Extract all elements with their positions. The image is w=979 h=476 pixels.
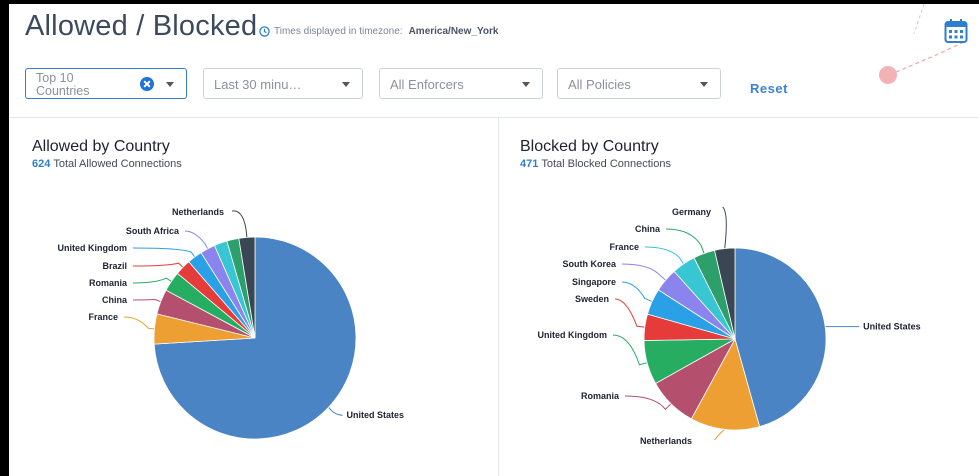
allowed-total-label: Total Allowed Connections — [53, 158, 182, 170]
leader-netherlands — [714, 429, 726, 441]
allowed-chart-title: Allowed by Country — [32, 138, 170, 155]
timezone-prefix: Times displayed in timezone: — [274, 26, 403, 37]
label-united-kingdom: United Kingdom — [58, 243, 128, 253]
country-filter-select[interactable]: Top 10 Countries — [25, 68, 187, 99]
label-china: China — [635, 224, 661, 234]
timezone-value: America/New_York — [408, 26, 499, 37]
blocked-chart-panel: United States Netherlands Romania United Ki… — [498, 117, 979, 476]
allowed-chart-subtitle: 624 Total Allowed Connections — [32, 158, 182, 170]
label-france: France — [88, 312, 118, 322]
leader-france — [644, 246, 685, 265]
timezone-note: Times displayed in timezone: America/New… — [259, 26, 498, 37]
blocked-total-count: 471 — [520, 158, 539, 170]
chevron-down-icon — [700, 82, 708, 87]
leader-romania — [624, 395, 672, 411]
filter-bar: Top 10 Countries Last 30 minu… All Enfor… — [9, 64, 979, 104]
label-south-korea: South Korea — [562, 259, 616, 269]
label-south-africa: South Africa — [126, 226, 180, 236]
app-frame: Allowed / Blocked Times displayed in tim… — [9, 4, 979, 476]
allowed-chart-panel: United States France China Romania Brazil Uni… — [9, 117, 498, 476]
calendar-icon[interactable] — [944, 18, 968, 44]
enforcers-select[interactable]: All Enforcers — [379, 68, 543, 99]
leader-brazil — [132, 262, 184, 268]
blocked-pie-chart: United States Netherlands Romania United Ki… — [538, 206, 921, 446]
label-singapore: Singapore — [572, 277, 616, 287]
chevron-down-icon[interactable] — [166, 82, 174, 87]
leader-united-kingdom — [132, 247, 196, 258]
label-brazil: Brazil — [102, 261, 127, 271]
label-netherlands: Netherlands — [640, 436, 692, 446]
reset-button[interactable]: Reset — [750, 81, 788, 96]
leader-netherlands — [231, 210, 248, 238]
leader-united-kingdom — [612, 334, 648, 366]
clear-icon[interactable] — [140, 77, 154, 91]
page-header: Allowed / Blocked Times displayed in tim… — [9, 4, 979, 48]
label-romania: Romania — [89, 278, 128, 288]
country-filter-value: Top 10 Countries — [36, 71, 90, 98]
label-netherlands: Netherlands — [172, 207, 224, 217]
leader-romania — [132, 277, 172, 284]
label-united-states: United States — [347, 410, 405, 420]
policies-value: All Policies — [568, 77, 631, 92]
leader-france — [123, 316, 155, 330]
leader-south-africa — [184, 230, 209, 250]
clock-icon — [259, 26, 270, 37]
page-title: Allowed / Blocked — [25, 10, 258, 42]
leader-sweden — [614, 298, 645, 328]
leader-singapore — [621, 281, 653, 303]
label-united-kingdom: United Kingdom — [538, 330, 608, 340]
label-germany: Germany — [672, 207, 711, 217]
allowed-pie-chart: United States France China Romania Brazil Uni… — [58, 207, 405, 440]
label-china: China — [102, 295, 128, 305]
label-romania: Romania — [581, 391, 620, 401]
chevron-down-icon — [342, 82, 350, 87]
policies-select[interactable]: All Policies — [557, 68, 721, 99]
leader-south-korea — [621, 263, 666, 281]
blocked-chart-subtitle: 471 Total Blocked Connections — [520, 158, 671, 170]
leader-germany — [722, 206, 727, 249]
label-united-states: United States — [863, 322, 921, 332]
leader-united-states — [328, 406, 343, 416]
leader-china — [132, 299, 161, 303]
leader-china — [665, 228, 705, 254]
time-range-select[interactable]: Last 30 minu… — [203, 68, 363, 99]
blocked-total-label: Total Blocked Connections — [541, 158, 671, 170]
blocked-chart-title: Blocked by Country — [520, 138, 659, 155]
label-france: France — [609, 242, 639, 252]
allowed-total-count: 624 — [32, 158, 51, 170]
enforcers-value: All Enforcers — [390, 77, 464, 92]
time-range-value: Last 30 minu… — [214, 77, 302, 92]
label-sweden: Sweden — [575, 294, 609, 304]
chevron-down-icon — [522, 82, 530, 87]
